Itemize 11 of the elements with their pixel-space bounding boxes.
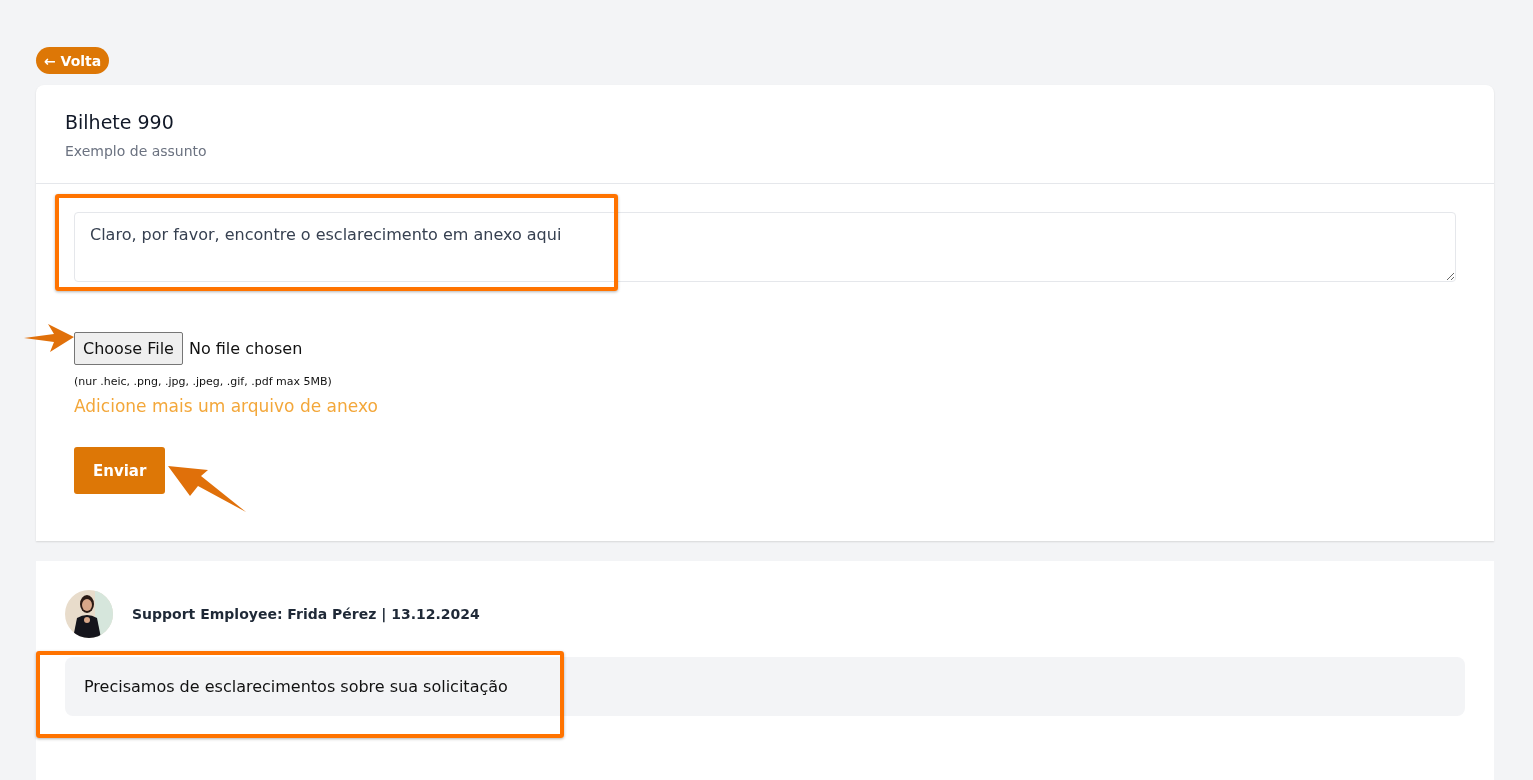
submit-button[interactable]: Enviar [74,447,166,494]
back-button[interactable]: ← Volta [36,47,110,74]
add-attachment-link[interactable]: Adicione mais um arquivo de anexo [74,396,378,416]
choose-file-button[interactable]: Choose File [74,332,183,365]
message-text: Precisamos de esclarecimentos sobre sua solicitação [65,657,1465,716]
message-field[interactable]: Claro, por favor, encontre o esclarecimento em anexo aqui [74,212,1456,282]
ticket-subject: Exemplo de assunto [65,143,208,159]
ticket-title: Bilhete 990 [65,111,175,133]
file-hint: (nur .heic, .png, .jpg, .jpeg, .gif, .pdf max 5MB) [74,375,332,388]
file-status: No file chosen [188,339,303,358]
author-line: Support Employee: Frida Pérez | 13.12.2024 [132,606,480,622]
